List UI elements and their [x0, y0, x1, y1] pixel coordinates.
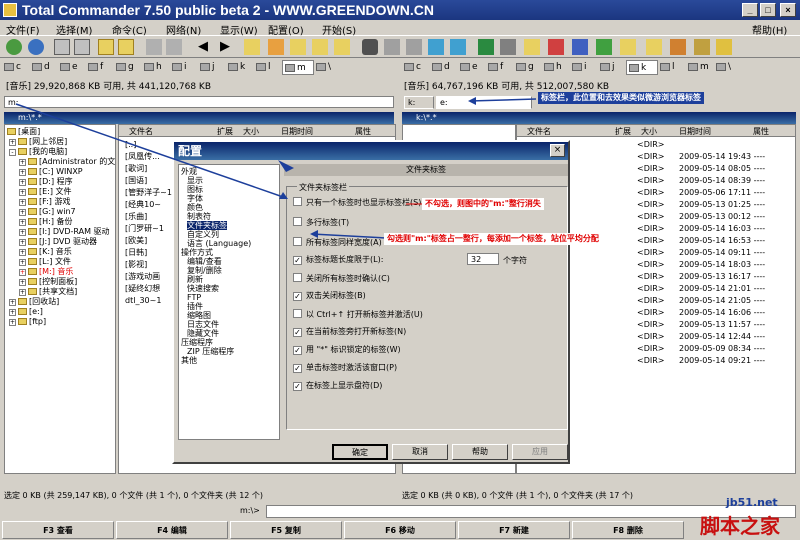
- annotation-tab-bar: 标签栏，此位置和去效果类似微游浏览器标签: [538, 92, 704, 104]
- pointer-icon: [278, 160, 294, 172]
- annotation-uncheck: 不勾选，则图中的"m:"整行消失: [422, 198, 544, 210]
- watermark-site: jb51.net: [726, 496, 778, 509]
- watermark-brand: 脚本之家: [700, 514, 780, 538]
- annotation-check: 勾选则"m:"标签占一整行，每添加一个标签，站位平均分配: [384, 233, 602, 245]
- annotation-arrows: [15, 97, 537, 239]
